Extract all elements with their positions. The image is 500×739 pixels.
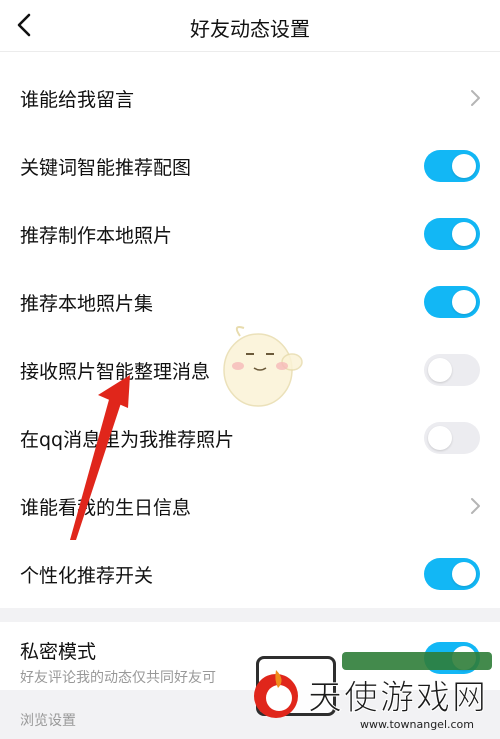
setting-row-who-can-message[interactable]: 谁能给我留言 xyxy=(0,64,500,132)
flame-logo-icon xyxy=(254,670,298,718)
setting-row-personalized-recommend: 个性化推荐开关 xyxy=(0,540,500,608)
personalized-recommend-toggle[interactable] xyxy=(424,558,480,590)
private-mode-description: 好友评论我的动态仅共同好友可 xyxy=(20,670,216,686)
local-album-toggle[interactable] xyxy=(424,286,480,318)
qq-photo-recommend-toggle[interactable] xyxy=(424,422,480,454)
local-photo-make-toggle[interactable] xyxy=(424,218,480,250)
watermark-url: www.townangel.com xyxy=(360,718,474,731)
setting-label: 推荐本地照片集 xyxy=(20,293,154,315)
photo-organize-msg-toggle[interactable] xyxy=(424,354,480,386)
private-mode-title: 私密模式 xyxy=(20,641,97,663)
toggle-knob xyxy=(452,290,476,314)
watermark-green-bar xyxy=(342,652,492,670)
mascot-sticker-icon xyxy=(223,326,303,407)
setting-row-local-photo-make: 推荐制作本地照片 xyxy=(0,200,500,268)
chevron-right-icon xyxy=(471,498,480,514)
toggle-knob xyxy=(428,358,452,382)
toggle-knob xyxy=(452,222,476,246)
top-nav-bar: 好友动态设置 xyxy=(0,0,500,52)
setting-row-birthday-visibility[interactable]: 谁能看我的生日信息 xyxy=(0,472,500,540)
toggle-knob xyxy=(452,562,476,586)
toggle-knob xyxy=(428,426,452,450)
setting-label: 在qq消息里为我推荐照片 xyxy=(20,429,235,451)
chevron-right-icon xyxy=(471,90,480,106)
toggle-knob xyxy=(452,154,476,178)
watermark-text: 天使游戏网 xyxy=(308,678,488,719)
keyword-images-toggle[interactable] xyxy=(424,150,480,182)
section-divider xyxy=(0,608,500,622)
setting-label: 推荐制作本地照片 xyxy=(20,225,173,247)
page-title: 好友动态设置 xyxy=(190,17,310,41)
setting-label: 接收照片智能整理消息 xyxy=(20,361,211,383)
setting-label: 个性化推荐开关 xyxy=(20,565,154,587)
setting-label: 关键词智能推荐配图 xyxy=(20,157,192,179)
section-label: 浏览设置 xyxy=(20,713,76,729)
setting-label: 谁能给我留言 xyxy=(20,89,135,111)
setting-row-keyword-images: 关键词智能推荐配图 xyxy=(0,132,500,200)
setting-label: 谁能看我的生日信息 xyxy=(20,497,192,519)
site-watermark: 天使游戏网 www.townangel.com xyxy=(248,652,500,739)
